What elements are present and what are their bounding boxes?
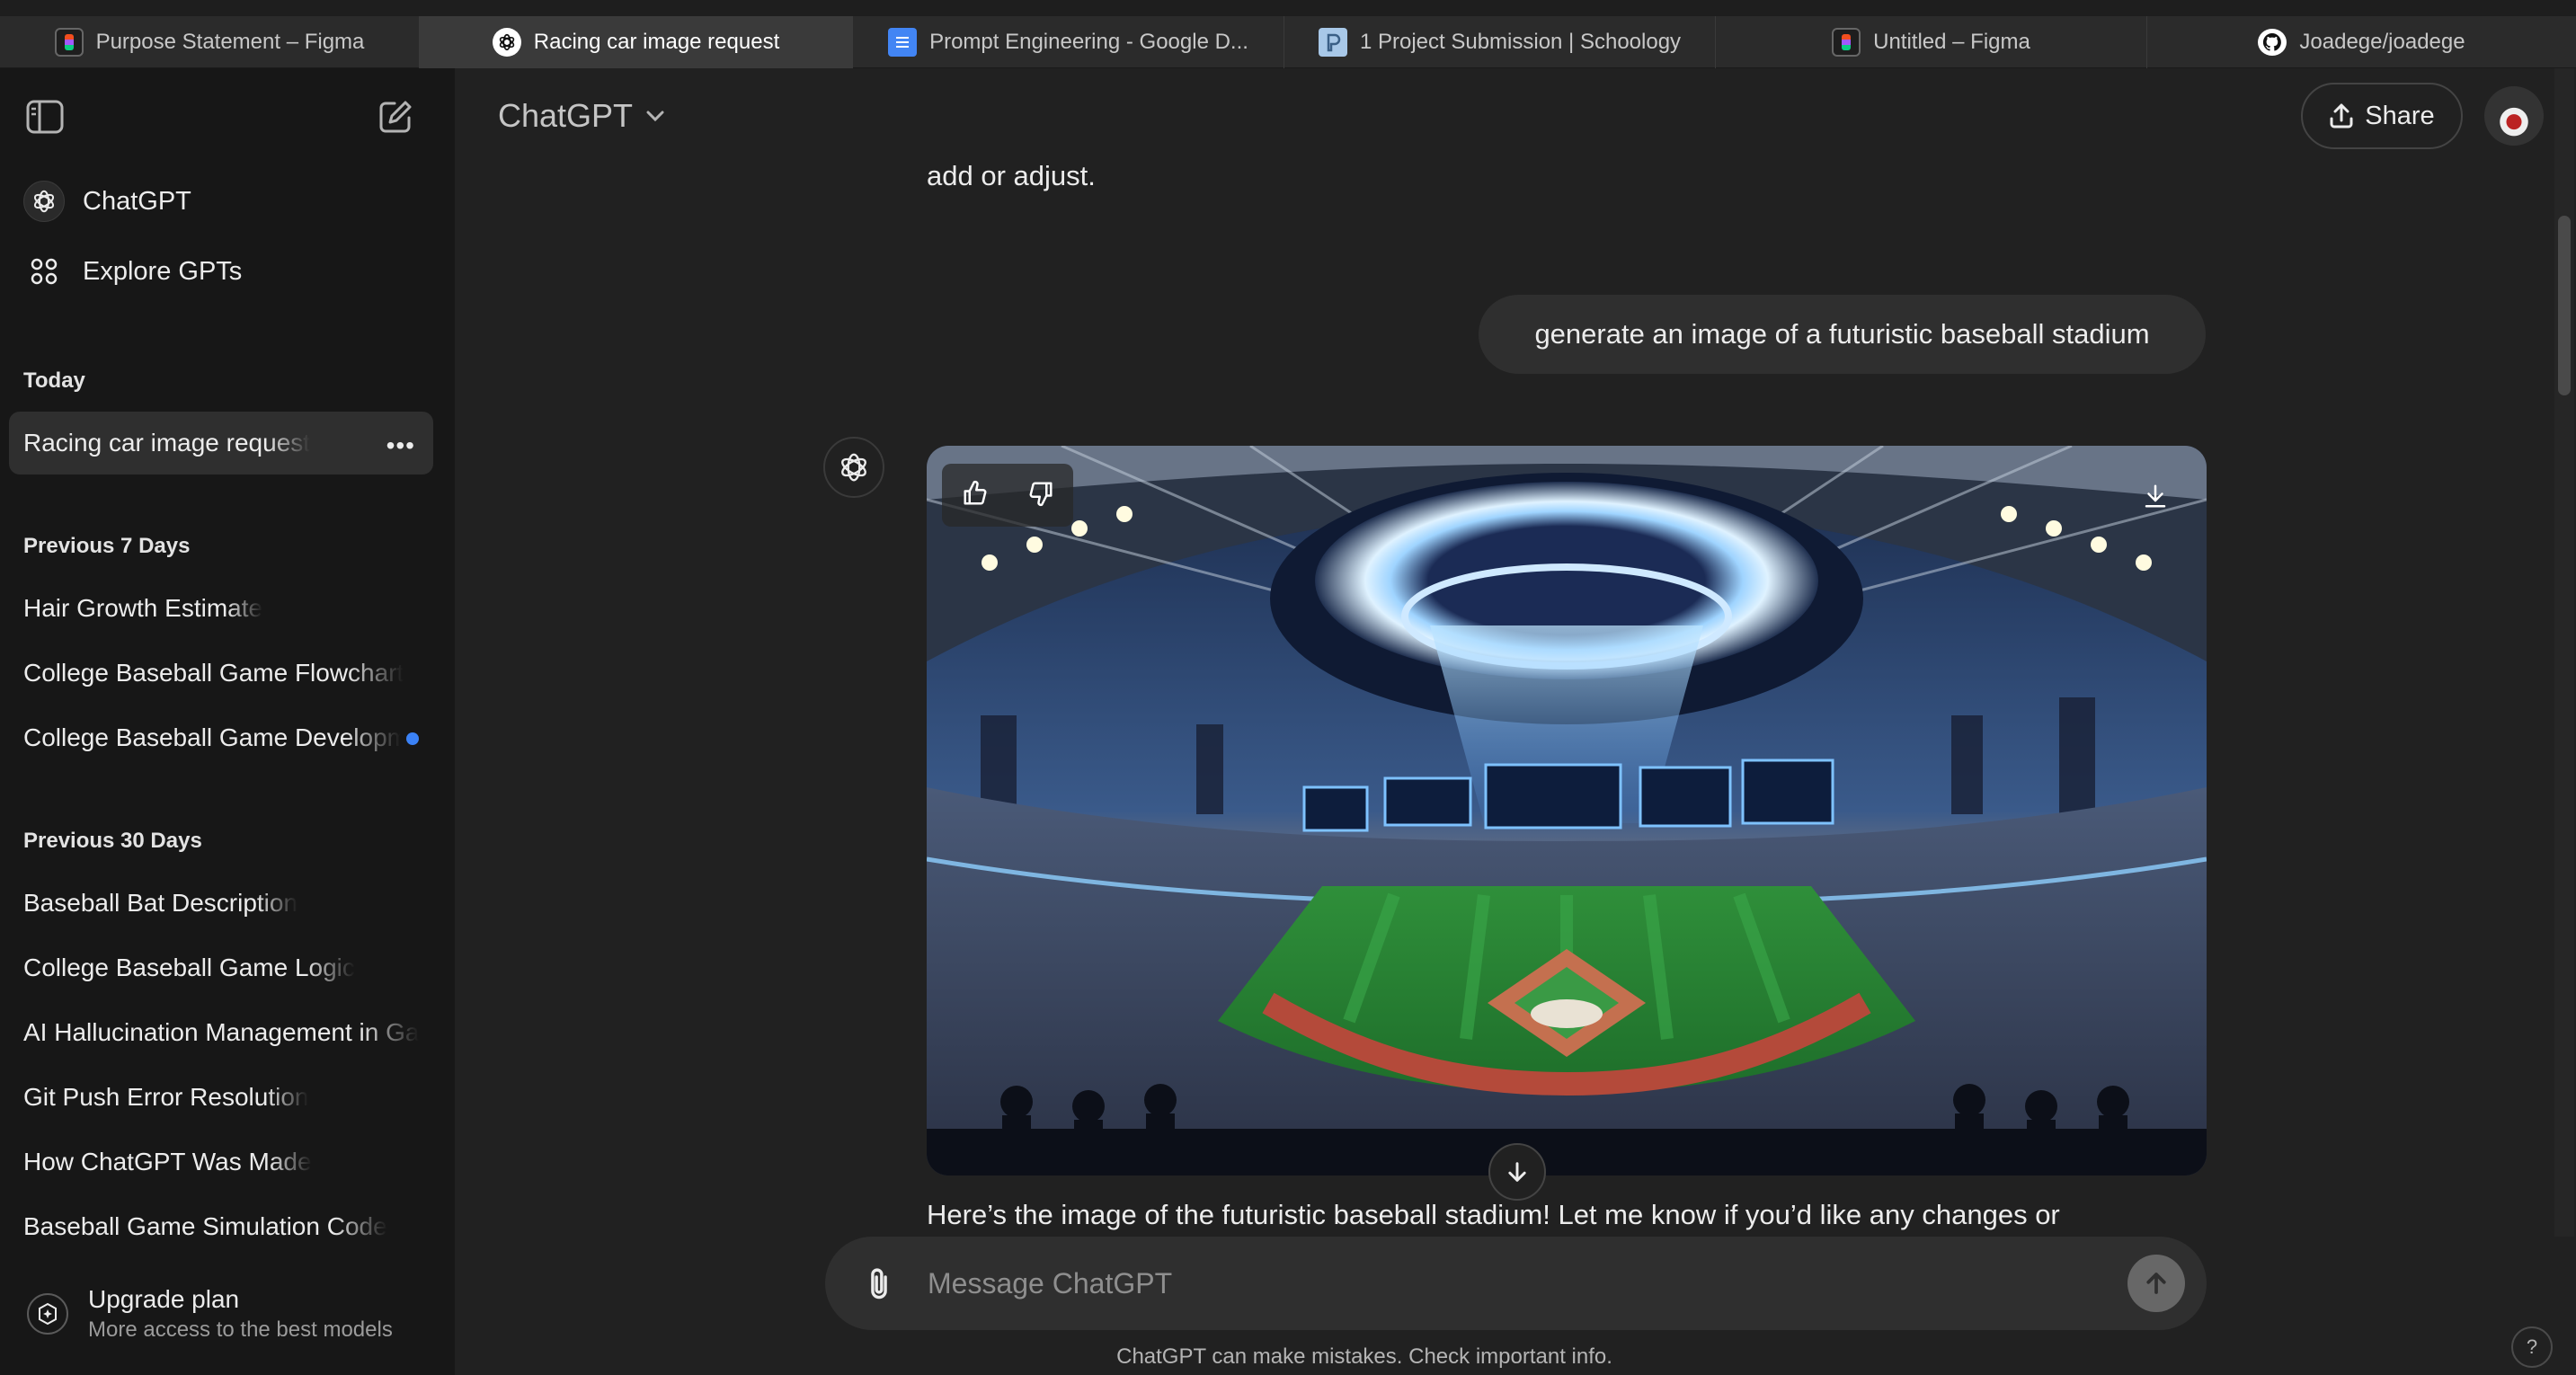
tab-title: Untitled – Figma — [1873, 30, 2030, 54]
schoology-icon — [1318, 28, 1347, 57]
compose-icon — [379, 101, 412, 133]
browser-tab-bar: Purpose Statement – Figma Racing car ima… — [0, 0, 2576, 68]
thumbs-down-icon[interactable] — [1027, 480, 1054, 511]
section-heading-today: Today — [23, 368, 85, 393]
chat-title: Baseball Bat Description — [23, 889, 298, 917]
model-label: ChatGPT — [498, 97, 634, 134]
section-heading-previous-7-days: Previous 7 Days — [23, 534, 191, 558]
chat-history-item[interactable]: College Baseball Game Development — [9, 706, 433, 769]
sidebar-nav-label: Explore GPTs — [83, 256, 243, 286]
browser-tab-racing-car[interactable]: Racing car image request — [420, 16, 853, 68]
assistant-avatar — [823, 437, 884, 498]
help-label: ? — [2526, 1335, 2538, 1358]
sidebar-panel-icon — [26, 100, 64, 134]
browser-tab-github[interactable]: Joadege/joadege — [2147, 16, 2576, 68]
user-message-text: generate an image of a futuristic baseba… — [1534, 318, 2150, 350]
unread-indicator — [406, 732, 419, 745]
user-message-bubble: generate an image of a futuristic baseba… — [1479, 295, 2206, 374]
section-heading-previous-30-days: Previous 30 Days — [23, 829, 202, 853]
new-chat-button[interactable] — [370, 92, 421, 142]
github-icon — [2258, 29, 2287, 56]
sidebar-nav-explore-gpts[interactable]: Explore GPTs — [9, 239, 433, 304]
user-avatar[interactable] — [2484, 86, 2544, 146]
message-input[interactable] — [928, 1258, 2033, 1308]
browser-tab-purpose-statement[interactable]: Purpose Statement – Figma — [0, 16, 420, 68]
sidebar: ChatGPT Explore GPTs Today Racing car im… — [0, 68, 455, 1375]
share-button[interactable]: Share — [2301, 83, 2463, 149]
chat-history-item[interactable]: Baseball Bat Description — [9, 872, 433, 935]
more-options-icon[interactable]: ••• — [386, 431, 415, 460]
chat-history-item[interactable]: Racing car image request ••• — [9, 412, 433, 475]
chatgpt-icon — [492, 28, 521, 57]
upgrade-subtitle: More access to the best models — [88, 1317, 393, 1342]
chat-history-item[interactable]: Baseball Game Simulation Code — [9, 1195, 433, 1258]
chat-title: College Baseball Game Development — [23, 723, 401, 751]
thumbs-up-icon[interactable] — [962, 480, 989, 511]
tab-title: Prompt Engineering - Google D... — [929, 30, 1248, 54]
arrow-up-icon — [2146, 1273, 2166, 1294]
chat-title: AI Hallucination Management in Games — [23, 1018, 419, 1046]
chat-title: How ChatGPT Was Made — [23, 1148, 312, 1175]
sidebar-nav-chatgpt[interactable]: ChatGPT — [9, 169, 433, 234]
assistant-reply-text: Here’s the image of the futuristic baseb… — [927, 1199, 2060, 1230]
chevron-down-icon — [646, 111, 664, 122]
chat-title: College Baseball Game Logic — [23, 954, 355, 981]
download-icon — [2145, 484, 2166, 508]
upgrade-title: Upgrade plan — [88, 1285, 240, 1313]
scrollbar-thumb[interactable] — [2558, 216, 2571, 395]
message-composer — [825, 1237, 2207, 1330]
download-image-button[interactable] — [2132, 473, 2179, 519]
previous-assistant-text: add or adjust. — [927, 160, 1096, 191]
figma-icon — [1832, 28, 1861, 57]
chat-title: Hair Growth Estimate — [23, 594, 263, 622]
browser-tab-untitled-figma[interactable]: Untitled – Figma — [1716, 16, 2147, 68]
toggle-sidebar-button[interactable] — [20, 92, 70, 142]
tab-title: Purpose Statement – Figma — [95, 30, 365, 54]
chat-title: Baseball Game Simulation Code — [23, 1212, 387, 1240]
chatgpt-logo-icon — [23, 181, 65, 222]
tab-title: 1 Project Submission | Schoology — [1359, 30, 1682, 54]
figma-icon — [54, 28, 84, 57]
chat-history-item[interactable]: College Baseball Game Flowchart — [9, 642, 433, 705]
browser-tab-schoology[interactable]: 1 Project Submission | Schoology — [1284, 16, 1716, 68]
tab-bar-top-strip — [0, 0, 2576, 16]
sidebar-nav-label: ChatGPT — [83, 186, 191, 216]
chat-title: College Baseball Game Flowchart — [23, 659, 404, 687]
arrow-down-icon — [1508, 1162, 1526, 1182]
chat-history-item[interactable]: Hair Growth Estimate — [9, 577, 433, 640]
chat-title: Git Push Error Resolution — [23, 1083, 309, 1111]
chatgpt-logo-icon — [841, 453, 866, 482]
model-selector[interactable]: ChatGPT — [498, 97, 665, 135]
paperclip-icon[interactable] — [857, 1262, 901, 1305]
tab-title: Racing car image request — [533, 30, 780, 54]
tab-title: Joadege/joadege — [2299, 30, 2465, 54]
image-feedback-buttons — [942, 464, 1073, 527]
chat-history-item[interactable]: AI Hallucination Management in Games — [9, 1001, 433, 1064]
chat-history-item[interactable]: Git Push Error Resolution — [9, 1066, 433, 1129]
share-upload-icon — [2330, 103, 2353, 129]
chat-history-item[interactable]: How ChatGPT Was Made — [9, 1131, 433, 1193]
google-docs-icon — [888, 28, 918, 57]
generated-stadium-image[interactable] — [927, 446, 2207, 1175]
chat-title: Racing car image request — [23, 429, 311, 457]
share-label: Share — [2365, 101, 2435, 130]
scroll-to-bottom-button[interactable] — [1488, 1143, 1546, 1201]
browser-tab-prompt-engineering[interactable]: Prompt Engineering - Google D... — [853, 16, 1284, 68]
grid-icon — [23, 251, 65, 292]
send-button[interactable] — [2127, 1255, 2185, 1312]
help-button[interactable]: ? — [2511, 1326, 2553, 1368]
sparkle-badge-icon — [27, 1293, 68, 1335]
chat-history-item[interactable]: College Baseball Game Logic — [9, 936, 433, 999]
disclaimer-text: ChatGPT can make mistakes. Check importa… — [1116, 1344, 1612, 1369]
